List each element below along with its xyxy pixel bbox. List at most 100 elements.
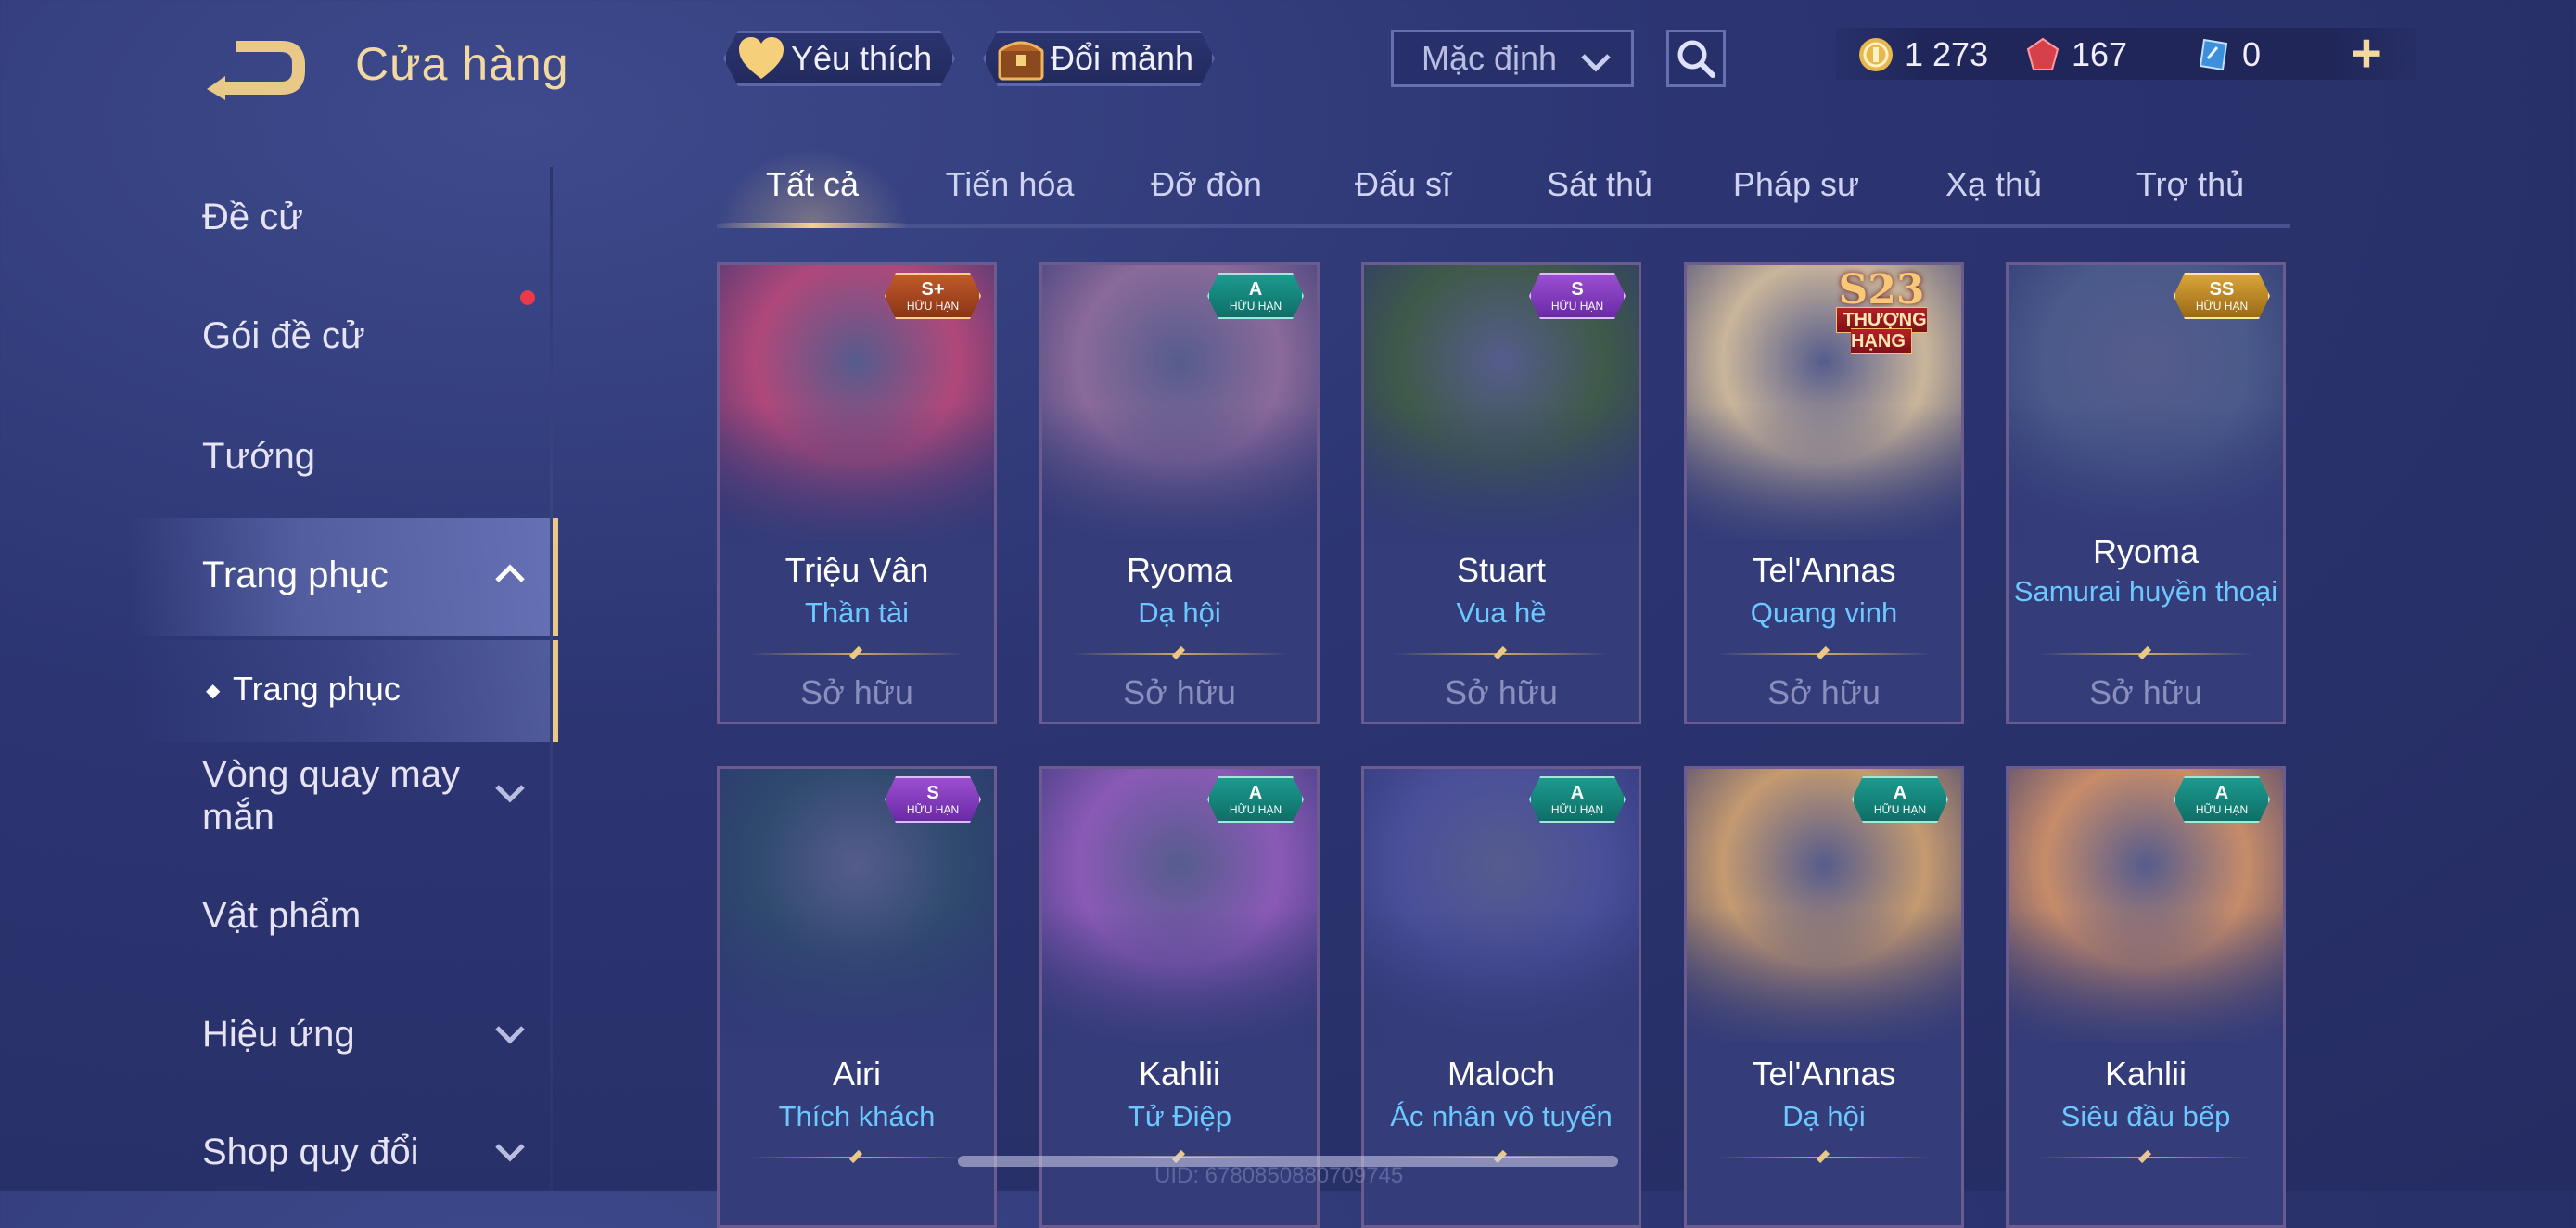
skin-card[interactable]: S+ HỮU HẠN Triệu Vân Thần tài Sở hữu	[717, 262, 997, 724]
chevron-up-icon[interactable]	[491, 560, 529, 593]
card-divider	[1394, 653, 1609, 655]
card-divider	[1072, 653, 1287, 655]
sidebar-subitem-skins[interactable]: Trang phục	[233, 670, 401, 709]
tier-label: A	[1248, 783, 1263, 803]
tier-label: A	[2214, 783, 2229, 803]
tab-all[interactable]: Tất cả	[766, 165, 859, 204]
skin-card[interactable]: A HỮU HẠN Tel'Annas Dạ hội	[1684, 766, 1964, 1228]
sidebar: Đề cử Gói đề cử Tướng Trang phục ◆ Trang…	[0, 167, 558, 1191]
skin-name: Vua hề	[1456, 596, 1547, 629]
add-currency-button[interactable]: +	[2351, 26, 2382, 82]
skin-name: Samurai huyền thoại	[2013, 575, 2278, 608]
hero-name: Maloch	[1447, 1055, 1556, 1093]
owned-status: Sở hữu	[2089, 673, 2202, 711]
favorites-button[interactable]: Yêu thích	[723, 31, 955, 86]
tab-support[interactable]: Trợ thủ	[2136, 165, 2244, 204]
skin-card[interactable]: S23 THƯỢNG HẠNG Tel'Annas Quang vinh Sở hữu	[1684, 262, 1964, 724]
tier-badge: S HỮU HẠN	[1529, 273, 1626, 319]
back-button[interactable]	[199, 35, 311, 100]
search-icon	[1677, 40, 1715, 78]
red-gem-icon	[2023, 35, 2062, 74]
tier-badge: A HỮU HẠN	[1207, 776, 1304, 823]
sidebar-item-heroes[interactable]: Tướng	[202, 436, 315, 478]
tier-label: S	[926, 783, 939, 803]
skin-name: Thích khách	[778, 1100, 936, 1132]
owned-status: Sở hữu	[1123, 673, 1236, 711]
hero-name: Airi	[833, 1055, 881, 1093]
skin-card[interactable]: S HỮU HẠN Airi Thích khách	[717, 766, 997, 1228]
sort-value: Mặc định	[1422, 39, 1558, 77]
top-bar: Cửa hàng Yêu thích Đổi mảnh Mặc định 1 2…	[0, 0, 2576, 139]
tier-label: S	[1571, 279, 1584, 300]
chevron-down-icon[interactable]	[491, 779, 529, 812]
owned-status: Sở hữu	[1445, 673, 1558, 711]
sort-dropdown[interactable]: Mặc định	[1391, 30, 1634, 87]
tab-marksman[interactable]: Xạ thủ	[1945, 165, 2042, 204]
hero-name: Ryoma	[1126, 551, 1233, 589]
active-tab-underline	[717, 223, 908, 228]
card-divider	[749, 653, 964, 655]
sidebar-item-effects[interactable]: Hiệu ứng	[202, 1014, 355, 1055]
tier-label: A	[1570, 783, 1585, 803]
sidebar-item-exchange-shop[interactable]: Shop quy đổi	[202, 1132, 419, 1173]
limited-label: HỮU HẠN	[906, 803, 960, 816]
skin-name: Ác nhân vô tuyến	[1390, 1100, 1613, 1132]
tab-fighter[interactable]: Đấu sĩ	[1355, 165, 1451, 204]
skin-name: Quang vinh	[1750, 596, 1898, 629]
tab-assassin[interactable]: Sát thủ	[1547, 165, 1652, 204]
tab-tank[interactable]: Đỡ đòn	[1151, 165, 1262, 204]
limited-label: HỮU HẠN	[1229, 803, 1282, 816]
tier-label: A	[1893, 783, 1907, 803]
skin-card[interactable]: S HỮU HẠN Stuart Vua hề Sở hữu	[1361, 262, 1641, 724]
skin-card[interactable]: A HỮU HẠN Ryoma Dạ hội Sở hữu	[1039, 262, 1320, 724]
sidebar-item-recommended-bundles[interactable]: Gói đề cử	[202, 315, 365, 357]
shard-exchange-button[interactable]: Đổi mảnh	[983, 31, 1215, 86]
tier-badge: A HỮU HẠN	[1207, 273, 1304, 319]
hero-name: Kahlii	[2104, 1055, 2187, 1093]
skin-card[interactable]: SS HỮU HẠN Ryoma Samurai huyền thoại Sở hữu	[2006, 262, 2286, 724]
owned-status: Sở hữu	[1767, 673, 1881, 711]
tab-evolution[interactable]: Tiến hóa	[946, 165, 1075, 204]
tier-label: S+	[921, 279, 945, 300]
card-divider	[1716, 653, 1932, 655]
card-divider	[2038, 1157, 2253, 1158]
notification-dot	[520, 290, 535, 305]
gold-coin-icon	[1856, 35, 1895, 74]
sidebar-item-items[interactable]: Vật phẩm	[202, 895, 361, 937]
shard-exchange-label: Đổi mảnh	[1051, 39, 1194, 77]
hero-name: Kahlii	[1138, 1055, 1221, 1093]
hero-name: Triệu Vân	[784, 551, 929, 589]
limited-label: HỮU HẠN	[1229, 300, 1282, 313]
tier-label: S23	[1838, 266, 1925, 313]
tier-badge: SS HỮU HẠN	[2174, 273, 2270, 319]
tab-mage[interactable]: Pháp sư	[1733, 165, 1859, 204]
category-tabs: Tất cả Tiến hóa Đỡ đòn Đấu sĩ Sát thủ Ph…	[717, 148, 2290, 228]
card-divider	[2038, 653, 2253, 655]
limited-label: HỮU HẠN	[1873, 803, 1927, 816]
tier-badge: S+ HỮU HẠN	[885, 273, 981, 319]
tier-badge: A HỮU HẠN	[1529, 776, 1626, 823]
favorites-label: Yêu thích	[791, 39, 933, 77]
hero-name: Tel'Annas	[1752, 551, 1896, 589]
tier-badge: S HỮU HẠN	[885, 776, 981, 823]
red-gem-balance: 167	[2023, 35, 2127, 74]
rarity-label: THƯỢNG HẠNG	[1836, 307, 1927, 354]
card-divider	[749, 1157, 964, 1158]
limited-label: HỮU HẠN	[2195, 803, 2249, 816]
gold-coin-balance: 1 273	[1856, 35, 1988, 74]
chevron-down-icon[interactable]	[491, 1020, 529, 1053]
voucher-icon	[2194, 35, 2233, 74]
limited-label: HỮU HẠN	[906, 300, 960, 313]
sidebar-item-skins[interactable]: Trang phục	[202, 555, 389, 596]
skin-card[interactable]: A HỮU HẠN Kahlii Siêu đầu bếp	[2006, 766, 2286, 1228]
skin-name: Siêu đầu bếp	[2060, 1100, 2231, 1132]
skin-name: Thần tài	[804, 596, 909, 629]
sidebar-item-lucky-spin[interactable]: Vòng quay may mắn	[202, 753, 480, 838]
chevron-down-icon[interactable]	[491, 1138, 529, 1170]
sidebar-item-recommended[interactable]: Đề cử	[202, 197, 303, 238]
tier-badge: S23 THƯỢNG HẠNG	[1805, 266, 1958, 354]
search-button[interactable]	[1666, 30, 1726, 87]
treasure-chest-icon	[995, 34, 1047, 83]
hero-name: Tel'Annas	[1752, 1055, 1896, 1093]
chevron-down-icon	[1577, 45, 1614, 84]
